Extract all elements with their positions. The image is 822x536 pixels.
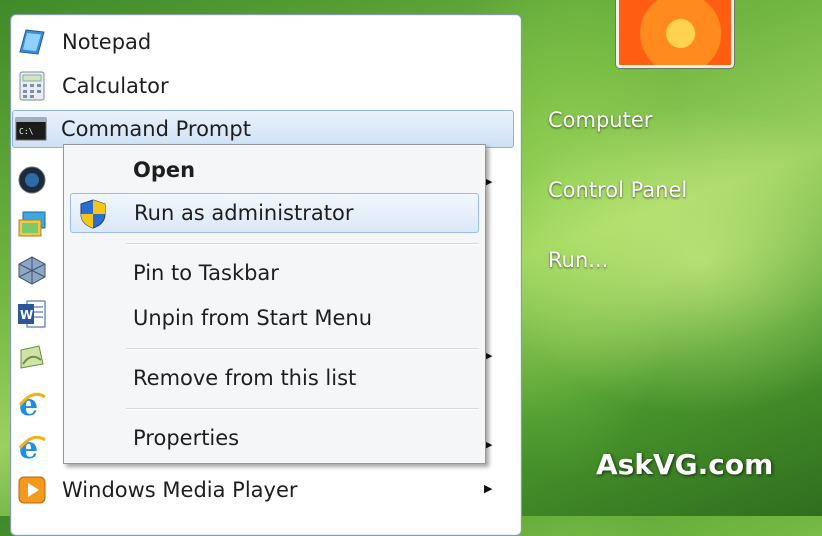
menu-item-label: Open xyxy=(133,158,196,182)
menu-item-label: Pin to Taskbar xyxy=(133,261,279,285)
windows-media-player-icon xyxy=(16,474,48,506)
program-icon-green-document xyxy=(16,343,48,375)
menu-separator xyxy=(126,348,479,350)
program-label: Notepad xyxy=(62,30,152,54)
program-notepad[interactable]: Notepad xyxy=(14,22,500,62)
menu-item-unpin-from-start-menu[interactable]: Unpin from Start Menu xyxy=(70,298,479,338)
menu-item-run-as-administrator[interactable]: Run as administrator xyxy=(70,193,479,233)
program-icon-virtualbox xyxy=(16,254,48,286)
program-label: Windows Media Player xyxy=(62,478,298,502)
command-prompt-icon: C:\ xyxy=(15,113,47,145)
uac-shield-icon xyxy=(79,199,107,229)
menu-item-pin-to-taskbar[interactable]: Pin to Taskbar xyxy=(70,253,479,293)
menu-item-label: Remove from this list xyxy=(133,366,357,390)
menu-item-label: Unpin from Start Menu xyxy=(133,306,373,330)
context-menu: Open Run as administrator Pin to Taskbar… xyxy=(63,144,486,464)
program-icon-dark-globe xyxy=(16,164,48,196)
submenu-arrow-icon: ▶ xyxy=(484,482,493,495)
program-label: Calculator xyxy=(62,74,169,98)
program-icon-remote-desktop xyxy=(16,209,48,241)
menu-item-label: Properties xyxy=(133,426,240,450)
word-icon: W xyxy=(16,298,48,330)
calculator-icon xyxy=(16,70,48,102)
internet-explorer-icon: e xyxy=(16,388,48,420)
svg-text:W: W xyxy=(20,308,33,322)
menu-separator xyxy=(126,408,479,410)
program-windows-media-player[interactable]: Windows Media Player xyxy=(14,470,500,510)
menu-item-open[interactable]: Open xyxy=(70,150,479,190)
menu-separator xyxy=(126,243,479,245)
menu-item-properties[interactable]: Properties xyxy=(70,418,479,458)
notepad-icon xyxy=(16,26,48,58)
program-label: Command Prompt xyxy=(61,117,251,141)
internet-explorer-icon: e xyxy=(16,431,48,463)
program-calculator[interactable]: Calculator xyxy=(14,66,500,106)
right-pane-control-panel[interactable]: Control Panel xyxy=(548,178,687,202)
right-pane-run[interactable]: Run... xyxy=(548,248,608,272)
menu-item-label: Run as administrator xyxy=(134,201,354,225)
program-command-prompt[interactable]: C:\ Command Prompt xyxy=(12,110,514,148)
menu-item-remove-from-list[interactable]: Remove from this list xyxy=(70,358,479,398)
user-account-picture[interactable] xyxy=(616,0,734,68)
svg-text:C:\: C:\ xyxy=(19,127,34,136)
watermark: AskVG.com xyxy=(596,448,774,481)
right-pane-computer[interactable]: Computer xyxy=(548,108,652,132)
